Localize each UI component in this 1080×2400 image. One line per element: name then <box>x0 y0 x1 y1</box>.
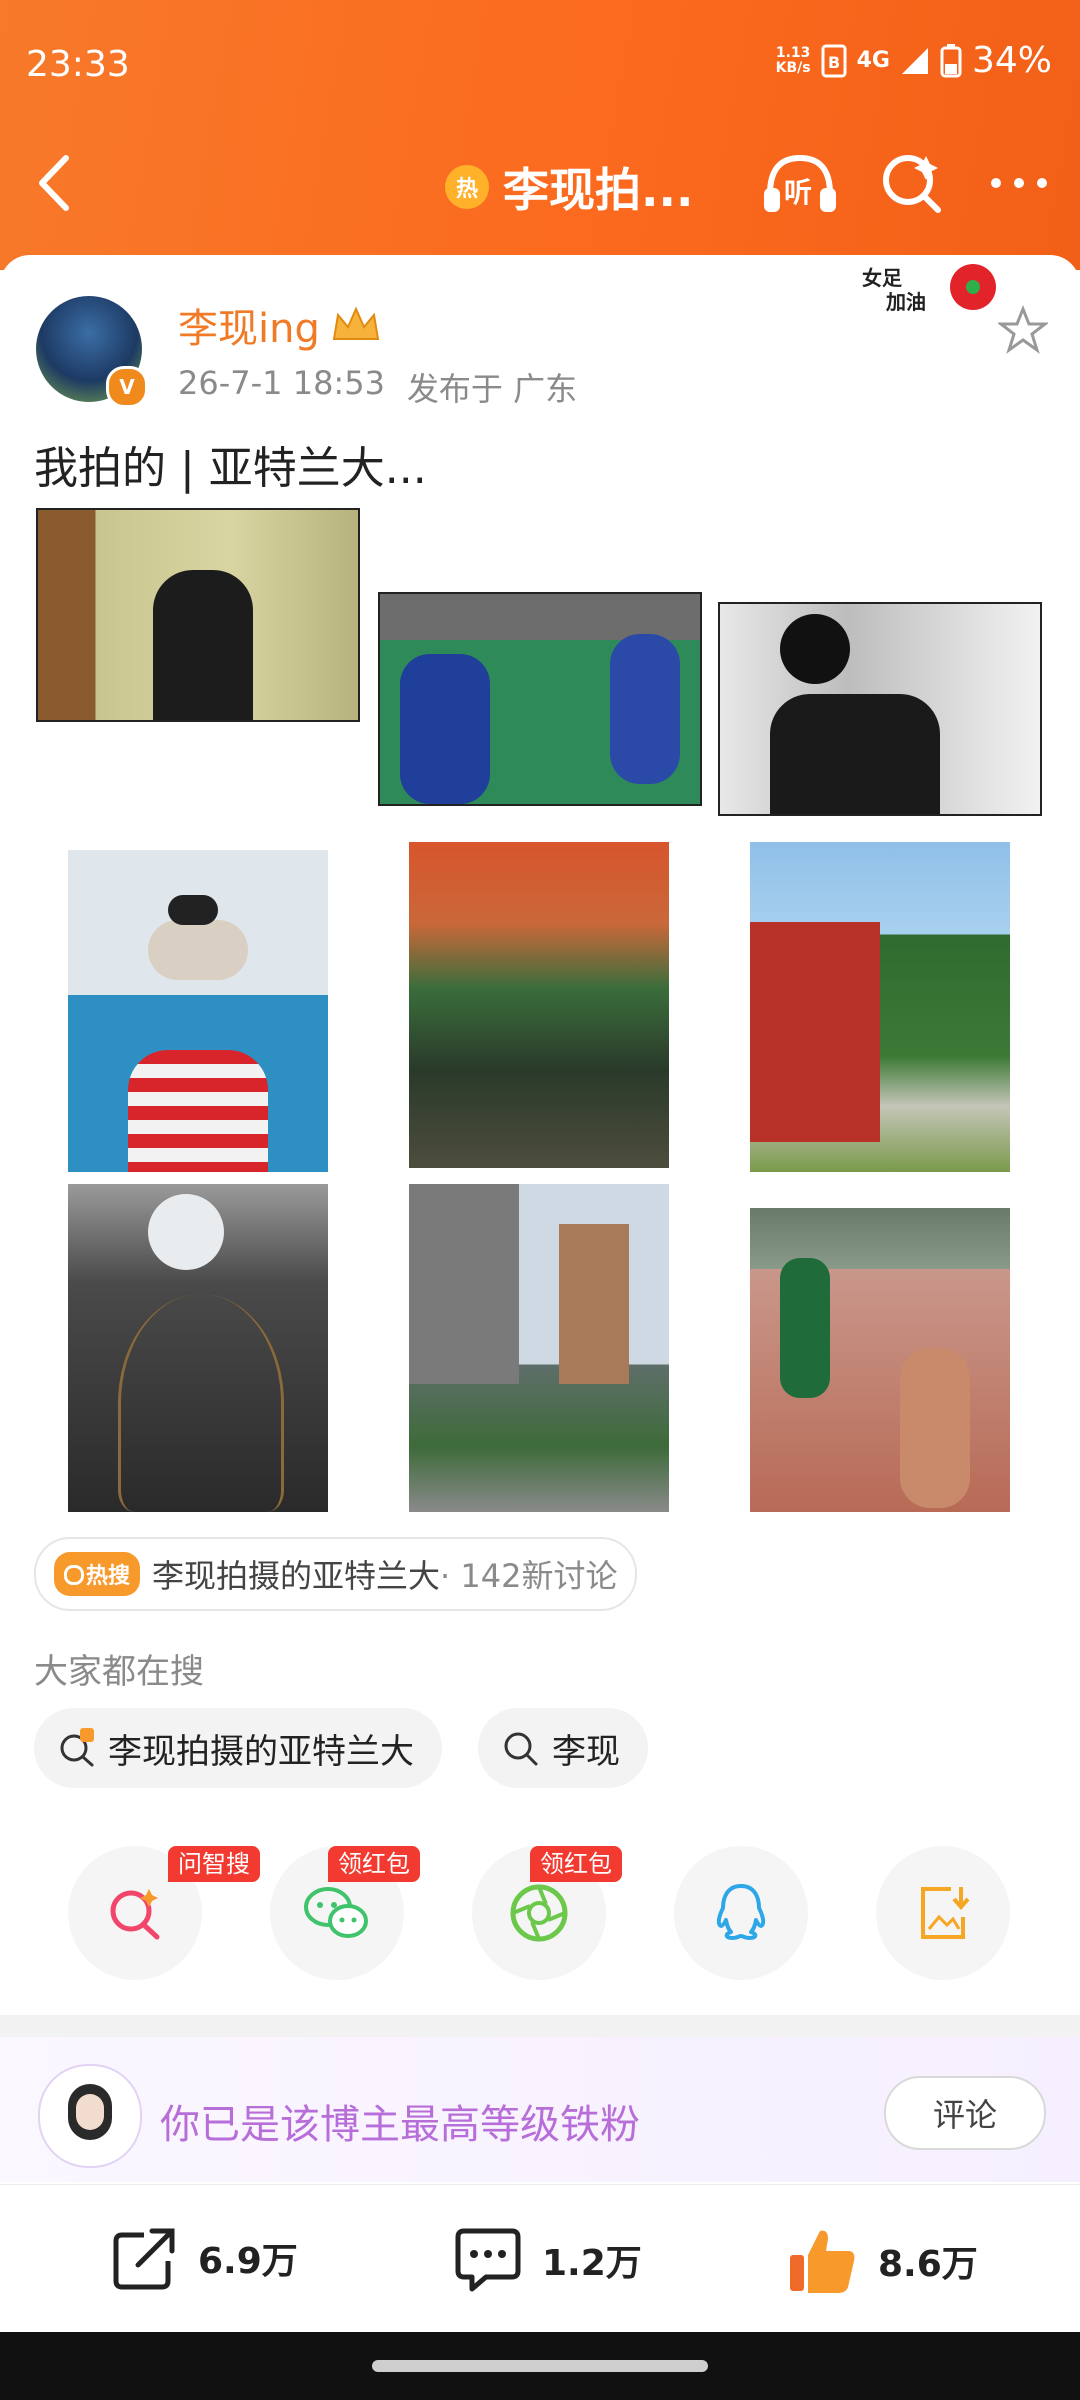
avatar[interactable]: V <box>36 296 148 408</box>
photo-child <box>900 1348 970 1508</box>
thumbs-up-icon <box>790 2230 855 2293</box>
photo-stadium-crowd[interactable] <box>409 842 669 1168</box>
username-text: 李现ing <box>178 306 320 352</box>
photo-sculpture <box>118 1294 284 1512</box>
svg-text:听: 听 <box>784 176 812 209</box>
fan-avatar-face <box>76 2094 104 2130</box>
search-ai-icon <box>110 1889 160 1940</box>
photo-violinist[interactable] <box>718 602 1042 816</box>
nav-actions: 听 <box>760 150 1052 216</box>
hot-topic-link[interactable]: 热搜 李现拍摄的亚特兰大 · 142新讨论 <box>34 1537 638 1611</box>
photo-body <box>770 694 940 814</box>
verified-badge: V <box>106 366 148 408</box>
comment-action[interactable]: 1.2万 <box>452 2225 642 2295</box>
listen-icon[interactable]: 听 <box>760 150 840 216</box>
hot-search-icon <box>60 1728 94 1767</box>
net-speed: 1.13 KB/s <box>775 44 811 76</box>
search-section-label: 大家都在搜 <box>34 1652 204 1692</box>
post-meta: 26-7-1 18:53 发布于 广东 <box>178 364 577 410</box>
share-save-image-button[interactable] <box>876 1846 1010 1980</box>
crown-icon <box>332 306 380 340</box>
badge-moments-redpacket: 领红包 <box>530 1846 622 1882</box>
username[interactable]: 李现ing <box>178 296 382 354</box>
net-speed-unit: KB/s <box>775 59 811 76</box>
qq-icon <box>716 1884 766 1940</box>
repost-button[interactable]: 6.9万 <box>110 2225 298 2291</box>
photo-atrium[interactable] <box>68 1184 328 1512</box>
battery-icon <box>940 43 962 77</box>
photo-kid-right <box>610 634 680 784</box>
page-title-text: 李现拍... <box>503 163 694 217</box>
photo-kid-green <box>780 1258 830 1398</box>
repost-icon <box>113 2228 175 2290</box>
photo-kid-left <box>400 654 490 804</box>
post-date: 26-7-1 18:53 <box>178 364 385 402</box>
hot-tag-search-icon <box>64 1565 84 1585</box>
top-nav: 热 李现拍... 听 <box>0 130 1080 240</box>
hot-topic-count: · 142新讨论 <box>440 1557 618 1595</box>
network-type: 4G <box>856 48 890 73</box>
svg-text:B: B <box>828 53 840 72</box>
photo-figure <box>153 570 253 720</box>
back-icon[interactable] <box>30 150 80 216</box>
sticker-line2: 加油 <box>886 290 926 314</box>
photo-red-house[interactable] <box>750 842 1010 1172</box>
hot-topic-title: 李现拍摄的亚特兰大 <box>152 1557 441 1595</box>
hot-search-tag: 热搜 <box>54 1552 141 1596</box>
moments-icon <box>510 1884 568 1942</box>
net-speed-value: 1.13 <box>775 44 811 61</box>
photo-hair <box>780 614 850 684</box>
photo-tower-right <box>559 1224 629 1384</box>
favorite-star-icon[interactable] <box>998 305 1048 355</box>
save-image-icon <box>921 1887 970 1939</box>
photo-hat <box>148 920 248 980</box>
like-count: 8.6万 <box>878 2244 978 2285</box>
photo-cat <box>168 895 218 925</box>
search-chip-2-text: 李现 <box>552 1731 620 1772</box>
hot-icon: 热 <box>445 165 489 209</box>
home-indicator[interactable] <box>372 2360 708 2372</box>
fan-avatar <box>38 2064 142 2168</box>
action-bar: 6.9万 1.2万 8.6万 <box>0 2184 1080 2333</box>
section-divider <box>0 2015 1080 2037</box>
search-icon <box>504 1732 538 1766</box>
comment-count: 1.2万 <box>542 2243 642 2284</box>
search-chip-1[interactable]: 李现拍摄的亚特兰大 <box>34 1708 442 1788</box>
hot-tag-text: 热搜 <box>86 1564 131 1589</box>
photo-crowd-bg <box>409 842 669 1168</box>
search-chip-2[interactable]: 李现 <box>478 1708 648 1788</box>
status-bar: 23:33 1.13 KB/s B 4G 34% <box>0 0 1080 130</box>
post-text: 我拍的 | 亚特兰大... <box>34 443 427 494</box>
photo-mirror-selfie[interactable] <box>36 508 360 722</box>
comment-icon <box>455 2228 521 2292</box>
photo-fountain-kids[interactable] <box>750 1208 1010 1512</box>
signal-icon <box>901 47 928 74</box>
page-title: 热 李现拍... <box>445 154 693 220</box>
photo-striped-shirt <box>128 1050 268 1172</box>
sim-icon: B <box>821 44 847 77</box>
badge-wechat-redpacket: 领红包 <box>328 1846 420 1882</box>
status-time: 23:33 <box>26 44 130 85</box>
status-right: 1.13 KB/s B 4G 34% <box>776 40 1052 81</box>
post-location: 发布于 广东 <box>406 370 578 408</box>
search-icon[interactable] <box>880 150 946 216</box>
like-button[interactable]: 8.6万 <box>786 2225 978 2297</box>
more-icon[interactable] <box>986 150 1052 216</box>
badge-ai-search: 问智搜 <box>168 1846 260 1882</box>
photo-house-wall <box>750 922 880 1142</box>
share-qq-button[interactable] <box>674 1846 808 1980</box>
photo-skyscrapers[interactable] <box>409 1184 669 1512</box>
search-chip-1-text: 李现拍摄的亚特兰大 <box>108 1731 414 1772</box>
sticker-women-football: 女足 加油 <box>850 260 1000 320</box>
fan-status-text: 你已是该博主最高等级铁粉 <box>160 2102 640 2148</box>
wechat-icon <box>304 1887 368 1938</box>
photo-table-football[interactable] <box>378 592 702 806</box>
photo-cat-on-head[interactable] <box>68 850 328 1172</box>
photo-tower-left <box>409 1184 519 1384</box>
flower-center <box>966 280 980 294</box>
photo-skylight <box>148 1194 224 1270</box>
repost-count: 6.9万 <box>198 2241 298 2282</box>
comment-button[interactable]: 评论 <box>884 2076 1046 2150</box>
battery-percent: 34% <box>971 40 1052 81</box>
